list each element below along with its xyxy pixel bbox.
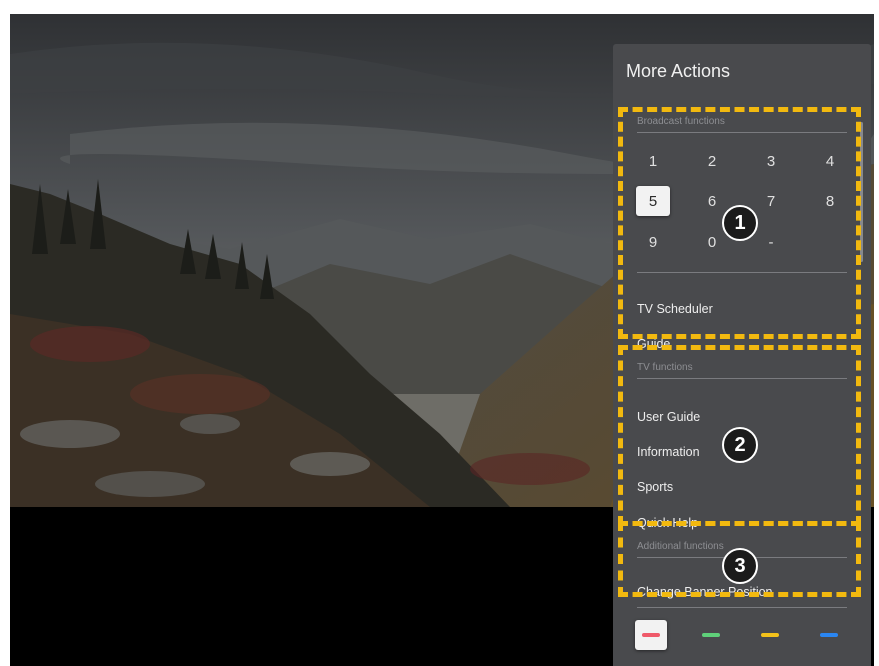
- panel-title: More Actions: [626, 61, 731, 81]
- tv-screen: More Actions Broadcast functions 1 2 3 4…: [10, 14, 874, 666]
- green-bar-icon: [702, 633, 720, 637]
- divider: [637, 607, 847, 608]
- annotation-badge-2: 2: [722, 427, 758, 463]
- annotation-badge-1: 1: [722, 205, 758, 241]
- color-button-blue[interactable]: [813, 620, 845, 650]
- color-button-red[interactable]: [635, 620, 667, 650]
- color-button-yellow[interactable]: [754, 620, 786, 650]
- annotation-badge-3: 3: [722, 548, 758, 584]
- red-bar-icon: [642, 633, 660, 637]
- yellow-bar-icon: [761, 633, 779, 637]
- blue-bar-icon: [820, 633, 838, 637]
- color-button-green[interactable]: [695, 620, 727, 650]
